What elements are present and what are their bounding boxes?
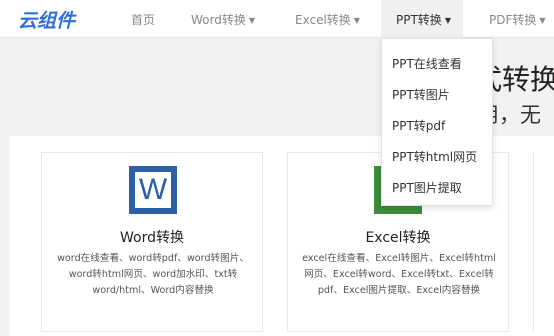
menu-item-ppt-to-html[interactable]: PPT转html网页 [392,148,477,165]
word-icon-letter: W [134,171,172,209]
word-card[interactable]: W Word转换 word在线查看、word转pdf、word转图片、word转… [41,152,263,332]
chevron-down-icon: ▼ [444,16,451,25]
nav-item-excel[interactable]: Excel转换 ▼ [295,11,360,28]
chevron-down-icon: ▼ [539,16,546,25]
nav-item-word[interactable]: Word转换 ▼ [191,11,255,28]
word-card-desc: word在线查看、word转pdf、word转图片、word转html网页、wo… [57,253,249,296]
menu-item-ppt-view[interactable]: PPT在线查看 [392,55,462,72]
chevron-down-icon: ▼ [353,16,360,25]
nav-item-word-label: Word转换 [191,13,246,27]
word-icon: W [129,166,177,214]
excel-card-desc: excel在线查看、Excel转图片、Excel转html网页、Excel转wo… [302,253,496,296]
menu-item-ppt-image-extract[interactable]: PPT图片提取 [392,179,462,196]
nav-item-ppt-label: PPT转换 [396,13,442,27]
excel-card-title: Excel转换 [365,230,431,246]
ppt-card[interactable] [533,152,554,332]
nav-item-excel-label: Excel转换 [295,13,351,27]
nav-item-home[interactable]: 首页 [131,11,155,28]
menu-item-ppt-to-image[interactable]: PPT转图片 [392,86,450,103]
nav-item-home-label: 首页 [131,13,156,27]
nav-item-pdf-label: PDF转换 [489,13,537,27]
top-nav: 云组件 首页 Word转换 ▼ Excel转换 ▼ PPT转换 ▼ PDF转换 ▼ [0,0,554,38]
menu-item-ppt-to-pdf[interactable]: PPT转pdf [392,117,445,134]
chevron-down-icon: ▼ [248,16,256,25]
word-card-title: Word转换 [120,230,184,246]
nav-item-ppt[interactable]: PPT转换 ▼ [396,11,451,28]
site-logo[interactable]: 云组件 [18,6,75,33]
nav-item-pdf[interactable]: PDF转换 ▼ [489,11,546,28]
ppt-dropdown-menu: PPT在线查看 PPT转图片 PPT转pdf PPT转html网页 PPT图片提… [381,38,493,206]
